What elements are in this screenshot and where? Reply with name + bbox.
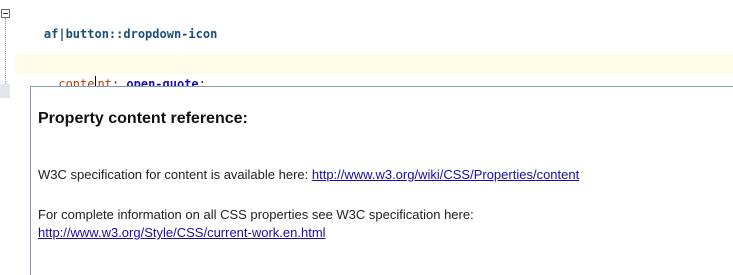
code-line-declaration[interactable]: conte nt: open-quote; <box>15 54 733 91</box>
spec-line: W3C specification for content is availab… <box>38 166 579 184</box>
css-selector: af|button::dropdown-icon <box>43 27 218 41</box>
popup-title: Property content reference: <box>38 110 248 127</box>
all-props-text: For complete information on all CSS prop… <box>38 207 474 222</box>
spec-text: W3C specification for content is availab… <box>38 167 309 182</box>
editor-gutter <box>0 0 10 275</box>
code-line-selector[interactable]: af|button::dropdown-icon <box>15 4 217 41</box>
gutter-marker <box>0 84 10 98</box>
all-props-link-line: http://www.w3.org/Style/CSS/current-work… <box>38 224 326 242</box>
fold-guide-line <box>5 18 7 84</box>
documentation-popup: Property content reference: W3C specific… <box>30 86 733 275</box>
fold-collapse-icon[interactable] <box>1 9 10 18</box>
all-props-link[interactable]: http://www.w3.org/Style/CSS/current-work… <box>38 225 326 240</box>
css-editor[interactable]: af|button::dropdown-icon { content: open… <box>0 0 733 275</box>
code-line-open-brace[interactable]: { <box>15 30 51 67</box>
spec-link[interactable]: http://www.w3.org/wiki/CSS/Properties/co… <box>312 167 579 182</box>
